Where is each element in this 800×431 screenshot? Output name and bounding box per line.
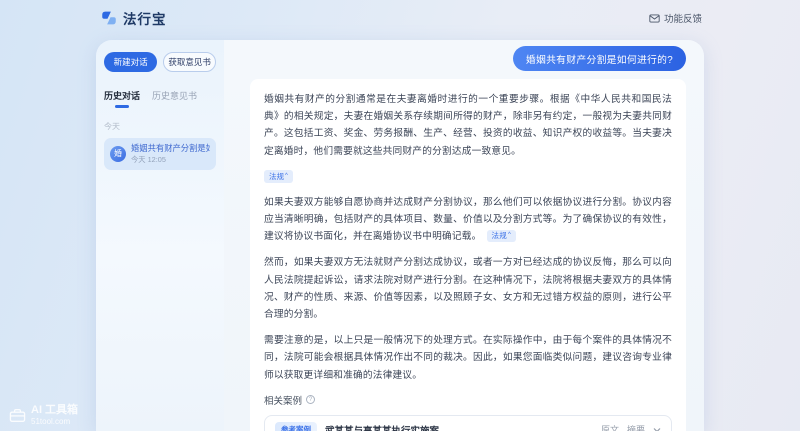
case-original-link[interactable]: 原文 xyxy=(601,423,619,431)
chat-area: 婚姻共有财产分割是如何进行的? 婚姻共有财产的分割通常是在夫妻离婚时进行的一个重… xyxy=(224,40,704,431)
feedback-button[interactable]: 功能反馈 xyxy=(649,11,702,25)
get-opinion-button[interactable]: 获取意见书 xyxy=(163,52,216,72)
tab-label: 历史意见书 xyxy=(152,89,197,102)
app-logo[interactable]: 法行宝 xyxy=(100,8,167,28)
citation-caret-icon: ^ xyxy=(285,173,288,179)
answer-paragraph: 然而，如果夫妻双方无法就财产分割达成协议，或者一方对已经达成的协议反悔，那么可以… xyxy=(264,254,672,323)
related-cases-title: 相关案例 xyxy=(264,393,302,407)
citation-caret-icon: ^ xyxy=(508,232,511,238)
history-avatar: 婚 xyxy=(110,146,126,162)
mail-icon xyxy=(649,14,660,23)
answer-paragraph: 如果夫妻双方能够自愿协商并达成财产分割协议，那么他们可以依据协议进行分割。协议内… xyxy=(264,194,672,246)
logo-icon xyxy=(100,9,118,27)
main-panel: 新建对话 获取意见书 历史对话 历史意见书 今天 婚 婚姻共有财产分割是如何..… xyxy=(96,40,704,431)
info-icon[interactable]: ? xyxy=(306,395,315,404)
history-item-title: 婚姻共有财产分割是如何... xyxy=(131,142,210,154)
tab-history-opinions[interactable]: 历史意见书 xyxy=(152,89,197,108)
top-bar: 法行宝 功能反馈 xyxy=(0,0,800,36)
case-summary-link[interactable]: 摘要 xyxy=(627,423,645,431)
history-group-label: 今天 xyxy=(104,121,216,132)
law-reference-badge[interactable]: 法规^ xyxy=(264,170,293,183)
law-reference-badge[interactable]: 法规^ xyxy=(487,230,516,243)
history-item-time: 今天 12:05 xyxy=(131,155,210,165)
toolbox-icon xyxy=(9,408,26,423)
new-chat-button[interactable]: 新建对话 xyxy=(104,52,157,72)
badge-line: 法规^ xyxy=(264,166,672,184)
sidebar: 新建对话 获取意见书 历史对话 历史意见书 今天 婚 婚姻共有财产分割是如何..… xyxy=(96,40,224,431)
history-tabs: 历史对话 历史意见书 xyxy=(104,89,216,108)
user-message-bubble: 婚姻共有财产分割是如何进行的? xyxy=(513,46,686,71)
logo-text: 法行宝 xyxy=(123,8,167,28)
ai-answer-card: 婚姻共有财产的分割通常是在夫妻离婚时进行的一个重要步骤。根据《中华人民共和国民法… xyxy=(250,79,686,431)
related-cases-header: 相关案例 ? xyxy=(264,393,672,407)
case-name: 武某某与高某某执行实施案 xyxy=(325,423,593,431)
watermark: AI 工具箱 51tool.com xyxy=(9,404,78,426)
tab-label: 历史对话 xyxy=(104,89,140,102)
active-tab-underline xyxy=(115,105,129,108)
answer-paragraph: 婚姻共有财产的分割通常是在夫妻离婚时进行的一个重要步骤。根据《中华人民共和国民法… xyxy=(264,91,672,160)
feedback-label: 功能反馈 xyxy=(664,11,702,25)
case-card[interactable]: 参考案例 武某某与高某某执行实施案 原文 摘要 xyxy=(264,415,672,431)
answer-paragraphs: 婚姻共有财产的分割通常是在夫妻离婚时进行的一个重要步骤。根据《中华人民共和国民法… xyxy=(264,91,672,384)
reference-case-badge: 参考案例 xyxy=(275,422,317,431)
watermark-url: 51tool.com xyxy=(31,417,78,426)
tab-history-chats[interactable]: 历史对话 xyxy=(104,89,140,108)
answer-paragraph: 需要注意的是，以上只是一般情况下的处理方式。在实际操作中，由于每个案件的具体情况… xyxy=(264,332,672,384)
watermark-title: AI 工具箱 xyxy=(31,404,78,417)
history-list-item[interactable]: 婚 婚姻共有财产分割是如何... 今天 12:05 xyxy=(104,138,216,170)
chevron-down-icon[interactable] xyxy=(653,427,661,431)
